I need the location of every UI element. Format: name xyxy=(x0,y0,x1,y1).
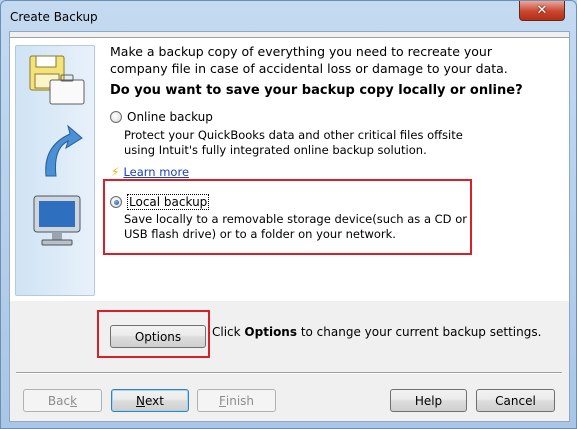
learn-more-link[interactable]: Learn more xyxy=(123,165,189,179)
backup-location-question: Do you want to save your backup copy loc… xyxy=(110,83,523,98)
options-hint-bold: Options xyxy=(244,325,297,339)
content-panel: Make a backup copy of everything you nee… xyxy=(10,37,569,301)
online-backup-label[interactable]: Online backup xyxy=(127,110,213,124)
finish-label-post: inish xyxy=(225,393,255,408)
side-illustration xyxy=(15,45,95,296)
local-backup-highlight xyxy=(103,179,472,255)
next-button[interactable]: Next xyxy=(111,389,189,412)
create-backup-window: Create Backup ✕ Make a backup copy of ev… xyxy=(0,0,577,429)
options-hint-prefix: Click xyxy=(212,325,245,339)
options-hint: Click Options to change your current bac… xyxy=(212,325,541,339)
finish-label-accel: F xyxy=(218,393,226,408)
close-icon: ✕ xyxy=(536,3,548,18)
floppy-briefcase-icon xyxy=(29,55,85,105)
finish-button[interactable]: Finish xyxy=(197,389,276,412)
curved-arrow-icon xyxy=(45,124,83,177)
side-illustration-graphic xyxy=(29,55,85,246)
cancel-button[interactable]: Cancel xyxy=(476,389,555,412)
options-button[interactable]: Options xyxy=(110,325,206,348)
title-bar[interactable]: Create Backup ✕ xyxy=(1,1,576,31)
close-button[interactable]: ✕ xyxy=(519,1,565,21)
back-label-pre: Bac xyxy=(47,393,71,408)
learn-more-row: ⚡ Learn more xyxy=(111,165,189,179)
online-backup-option[interactable]: Online backup xyxy=(110,110,213,124)
dialog-client-area: Make a backup copy of everything you nee… xyxy=(9,31,570,422)
next-label-accel: N xyxy=(136,393,145,408)
back-button[interactable]: Bac k xyxy=(23,389,102,412)
footer-separator xyxy=(16,372,562,374)
help-button[interactable]: Help xyxy=(390,389,467,412)
online-backup-radio[interactable] xyxy=(110,111,122,123)
back-label-accel: k xyxy=(70,393,78,408)
online-backup-description: Protect your QuickBooks data and other c… xyxy=(124,128,463,157)
monitor-icon xyxy=(33,195,81,246)
intro-text: Make a backup copy of everything you nee… xyxy=(110,44,508,76)
options-hint-suffix: to change your current backup settings. xyxy=(297,325,542,339)
window-title: Create Backup xyxy=(10,10,98,24)
next-label-post: ext xyxy=(145,393,164,408)
bolt-icon: ⚡ xyxy=(111,165,120,179)
